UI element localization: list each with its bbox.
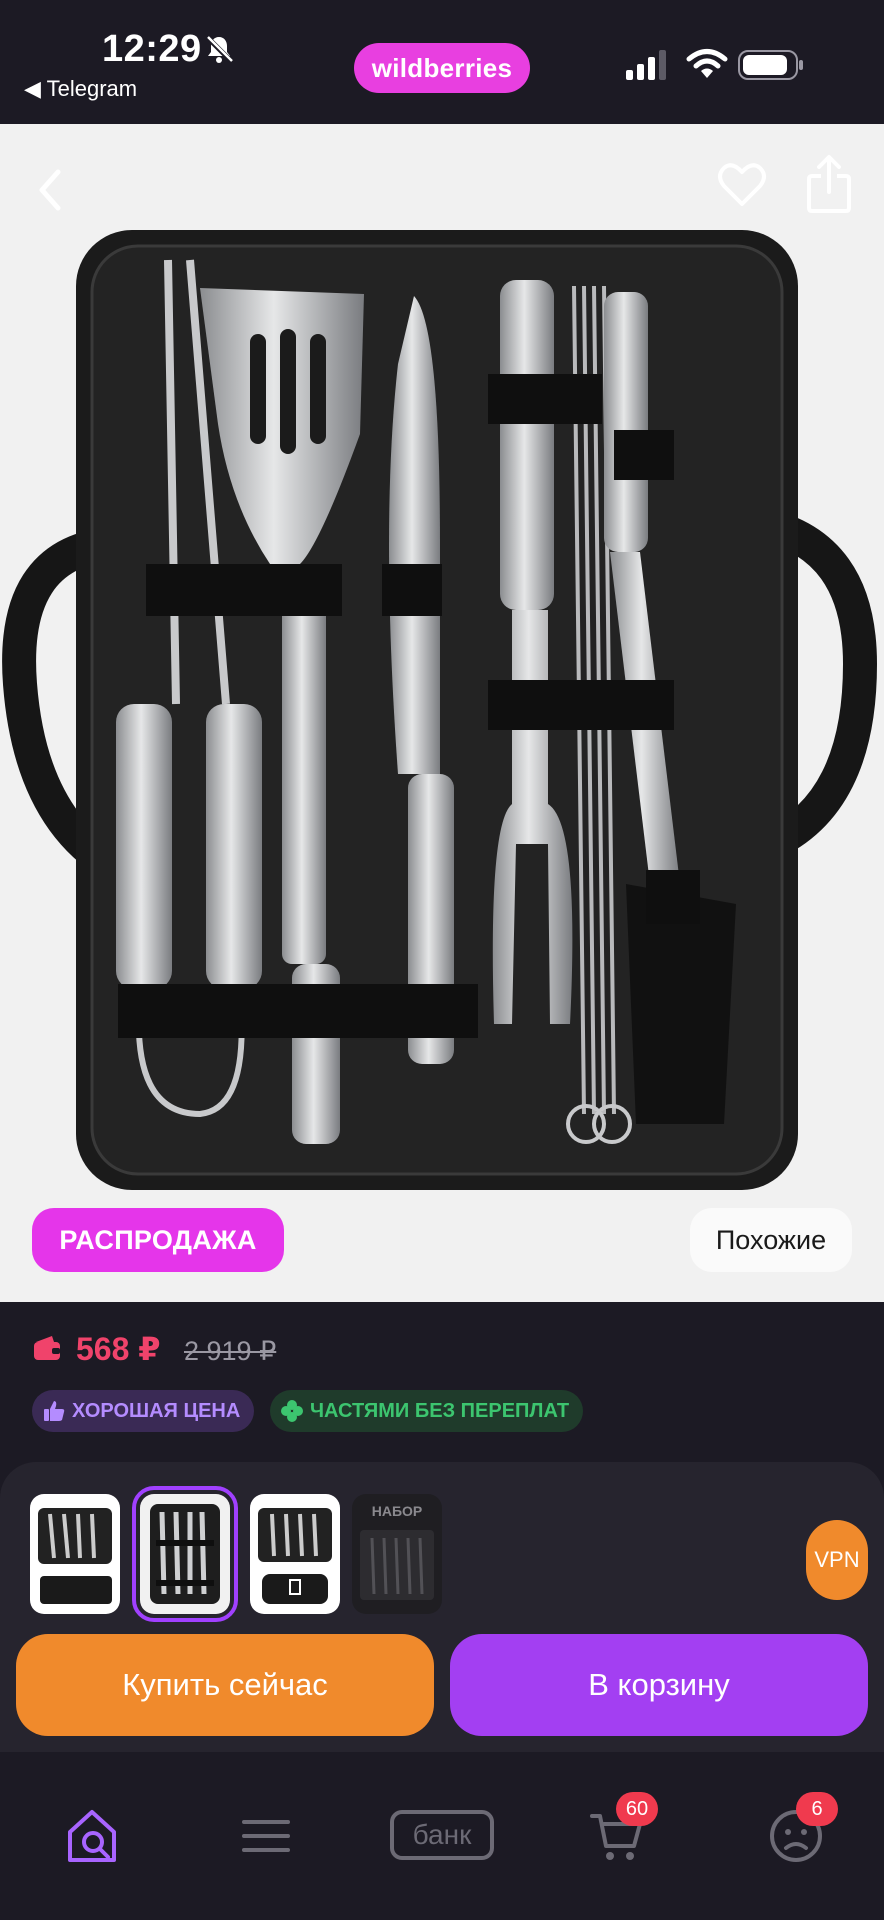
sale-badge: РАСПРОДАЖА [32, 1208, 284, 1272]
thumbnail-text: НАБОР [372, 1503, 423, 1519]
heart-icon[interactable] [716, 160, 768, 212]
home-search-icon[interactable] [62, 1806, 122, 1866]
cellular-signal-icon [626, 50, 666, 80]
similar-products-button[interactable]: Похожие [690, 1208, 852, 1272]
wallet-icon [34, 1336, 60, 1360]
current-price: 568 ₽ [76, 1331, 161, 1367]
clover-icon [281, 1400, 303, 1422]
product-photo [2, 230, 878, 1190]
good-price-label: ХОРОШАЯ ЦЕНА [72, 1399, 241, 1422]
back-arrow-icon[interactable] [30, 164, 74, 216]
menu-icon[interactable] [236, 1806, 296, 1866]
clock: 12:29 [102, 28, 202, 70]
thumbnail-selected[interactable] [132, 1486, 238, 1622]
thumbnail[interactable] [30, 1494, 120, 1614]
buy-now-button[interactable]: Купить сейчас [16, 1634, 434, 1736]
thumbnail-strip: НАБОР [30, 1486, 442, 1622]
bottom-sheet: НАБОР VPN Купить сейчас В корзину банк 6… [0, 1462, 884, 1920]
battery-icon [738, 50, 803, 80]
vpn-button[interactable]: VPN [806, 1520, 868, 1600]
good-price-tag[interactable]: ХОРОШАЯ ЦЕНА [32, 1390, 255, 1432]
share-icon[interactable] [806, 154, 852, 214]
product-gallery[interactable]: РАСПРОДАЖА Похожие [0, 124, 884, 1302]
profile-tab[interactable]: 6 [766, 1792, 838, 1866]
cart-count-badge: 60 [616, 1792, 658, 1826]
old-price: 2 919 ₽ [184, 1336, 277, 1366]
add-to-cart-button[interactable]: В корзину [450, 1634, 868, 1736]
thumbnail[interactable]: НАБОР [352, 1494, 442, 1614]
installments-tag[interactable]: ЧАСТЯМИ БЕЗ ПЕРЕПЛАТ [270, 1390, 584, 1432]
tab-bar: банк 60 6 [0, 1752, 884, 1920]
profile-notification-badge: 6 [796, 1792, 838, 1826]
installments-label: ЧАСТЯМИ БЕЗ ПЕРЕПЛАТ [310, 1399, 570, 1422]
cart-tab[interactable]: 60 [588, 1792, 658, 1866]
back-to-telegram-link[interactable]: ◀ Telegram [24, 76, 137, 102]
status-bar: 12:29 ◀ Telegram wildberries [0, 0, 884, 124]
app-screen: 12:29 ◀ Telegram wildberries РАСПРОДАЖА … [0, 0, 884, 1920]
thumbs-up-icon [44, 1401, 65, 1421]
price-section: 568 ₽ 2 919 ₽ ХОРОШАЯ ЦЕНА ЧАСТЯМИ БЕЗ П… [0, 1302, 884, 1462]
brand-logo: wildberries [354, 43, 530, 93]
bell-muted-icon [205, 35, 233, 63]
thumbnail[interactable] [250, 1494, 340, 1614]
wifi-icon [686, 49, 728, 78]
bank-label: банк [390, 1810, 494, 1860]
